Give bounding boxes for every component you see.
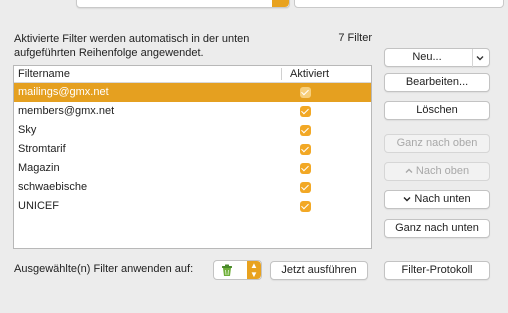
- move-up-label: Nach oben: [415, 165, 470, 177]
- filter-name: Magazin: [18, 162, 60, 174]
- enabled-checkbox[interactable]: [300, 182, 311, 193]
- account-select[interactable]: [76, 0, 290, 8]
- column-divider: [281, 68, 282, 80]
- enabled-checkbox[interactable]: [300, 201, 311, 212]
- account-select-stepper[interactable]: [272, 0, 289, 7]
- enabled-checkbox[interactable]: [300, 125, 311, 136]
- filter-row[interactable]: members@gmx.net: [14, 102, 371, 121]
- filter-row[interactable]: mailings@gmx.net: [14, 83, 371, 102]
- new-filter-button[interactable]: Neu...: [384, 48, 490, 68]
- move-down-label: Nach unten: [414, 193, 471, 205]
- filter-description: Aktivierte Filter werden automatisch in …: [14, 33, 250, 59]
- filter-row[interactable]: UNICEF: [14, 197, 371, 216]
- column-header-filtername[interactable]: Filtername: [18, 68, 70, 80]
- filter-log-button[interactable]: Filter-Protokoll: [384, 261, 490, 280]
- filter-name: Sky: [18, 124, 37, 136]
- popup-stepper[interactable]: ▲ ▼: [247, 261, 261, 279]
- filter-name: Stromtarif: [18, 143, 66, 155]
- enabled-checkbox[interactable]: [300, 144, 311, 155]
- run-now-button[interactable]: Jetzt ausführen: [270, 261, 368, 280]
- enabled-checkbox[interactable]: [300, 106, 311, 117]
- filter-row[interactable]: schwaebische: [14, 178, 371, 197]
- filter-row[interactable]: Sky: [14, 121, 371, 140]
- delete-filter-button[interactable]: Löschen: [384, 101, 490, 120]
- chevron-up-icon: [405, 168, 413, 173]
- move-down-button[interactable]: Nach unten: [384, 190, 490, 209]
- apply-target-popup[interactable]: ▲ ▼: [213, 260, 262, 280]
- chevron-down-icon[interactable]: [472, 49, 487, 68]
- search-field[interactable]: [294, 0, 504, 8]
- chevron-down-icon: [403, 197, 411, 202]
- filter-row[interactable]: Stromtarif: [14, 140, 371, 159]
- move-bottom-button[interactable]: Ganz nach unten: [384, 219, 490, 238]
- enabled-checkbox[interactable]: [300, 163, 311, 174]
- trash-can-icon: [222, 264, 232, 276]
- edit-filter-button[interactable]: Bearbeiten...: [384, 73, 490, 92]
- move-up-button[interactable]: Nach oben: [384, 162, 490, 181]
- filter-count: 7 Filter: [338, 32, 372, 44]
- filter-name: schwaebische: [18, 181, 88, 193]
- column-header-aktiviert[interactable]: Aktiviert: [290, 68, 329, 80]
- filter-row[interactable]: Magazin: [14, 159, 371, 178]
- filter-list[interactable]: Filtername Aktiviert mailings@gmx.net mem…: [13, 65, 372, 249]
- move-top-button[interactable]: Ganz nach oben: [384, 134, 490, 153]
- filter-name: mailings@gmx.net: [18, 86, 109, 98]
- filter-name: members@gmx.net: [18, 105, 115, 117]
- apply-to-label: Ausgewählte(n) Filter anwenden auf:: [14, 263, 194, 275]
- filter-list-header: Filtername Aktiviert: [14, 66, 371, 83]
- filter-name: UNICEF: [18, 200, 59, 212]
- enabled-checkbox[interactable]: [300, 87, 311, 98]
- new-filter-label: Neu...: [412, 51, 442, 63]
